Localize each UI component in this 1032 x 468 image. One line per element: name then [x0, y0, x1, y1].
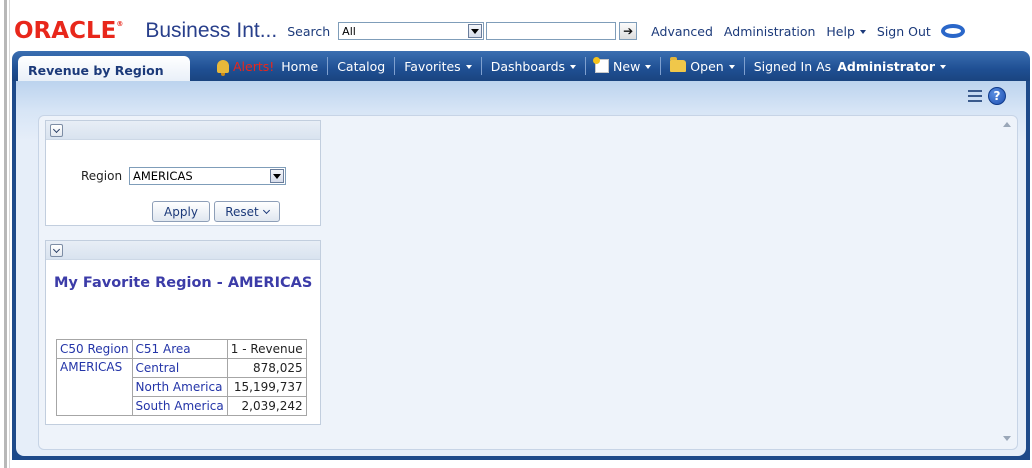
go-arrow-icon: ➔ — [623, 24, 634, 38]
area-cell[interactable]: North America — [131, 377, 228, 397]
logo-registered-mark: ® — [116, 20, 124, 28]
advanced-link[interactable]: Advanced — [651, 24, 713, 39]
revenue-cell: 15,199,737 — [226, 377, 307, 397]
nav-items: Alerts! Home Catalog Favorites Dashboard… — [217, 51, 947, 81]
help-icon[interactable]: ? — [988, 87, 1006, 105]
logo-text: ORACLE — [14, 18, 117, 44]
global-header: ORACLE® Business Int... Search All ➔ Adv… — [12, 12, 1032, 50]
user-menu[interactable]: Administrator — [837, 58, 947, 74]
dashboard-content: ? Region AMERICAS Apply Reset My Favorit… — [12, 81, 1030, 460]
prompt-section: Region AMERICAS Apply Reset — [45, 120, 321, 226]
reset-label: Reset — [225, 204, 259, 219]
chevron-down-icon — [728, 65, 735, 69]
revenue-cell: 878,025 — [226, 358, 307, 378]
column-header-revenue: 1 - Revenue — [226, 339, 307, 359]
signed-in-label: Signed In As — [753, 58, 832, 74]
chevron-down-icon — [859, 30, 866, 34]
dashboards-label: Dashboards — [490, 58, 566, 74]
tab-revenue-by-region[interactable]: Revenue by Region — [18, 56, 190, 82]
nav-divider — [585, 57, 587, 75]
apply-button[interactable]: Apply — [152, 201, 210, 222]
favorites-menu[interactable]: Favorites — [404, 58, 472, 74]
oracle-o-icon — [940, 24, 965, 38]
new-icon — [593, 57, 610, 73]
dashboard-page: ? Region AMERICAS Apply Reset My Favorit… — [16, 81, 1026, 456]
collapse-icon[interactable] — [50, 244, 63, 257]
nav-divider — [394, 57, 396, 75]
section-header — [46, 241, 320, 260]
region-prompt-label: Region — [81, 169, 123, 183]
collapse-icon[interactable] — [50, 124, 63, 137]
chevron-down-icon — [465, 65, 472, 69]
search-scope-select[interactable]: All — [338, 22, 485, 40]
alerts-link[interactable]: Alerts! — [233, 59, 274, 74]
page-options-icon[interactable] — [968, 90, 982, 102]
revenue-table: C50 Region C51 Area 1 - Revenue AMERICAS… — [56, 339, 307, 416]
report-section: My Favorite Region - AMERICAS C50 Region… — [45, 240, 321, 425]
home-link[interactable]: Home — [281, 59, 318, 74]
app-window: ORACLE® Business Int... Search All ➔ Adv… — [0, 0, 1032, 468]
chevron-down-icon — [262, 206, 270, 214]
alert-bell-icon[interactable] — [217, 59, 229, 76]
chevron-down-icon — [645, 65, 652, 69]
global-nav-bar: Revenue by Region Alerts! Home Catalog F… — [12, 51, 1030, 82]
column-header-region[interactable]: C50 Region — [56, 339, 133, 359]
open-menu[interactable]: Open — [690, 58, 735, 74]
apply-label: Apply — [164, 204, 198, 219]
nav-divider — [327, 57, 329, 75]
table-row: AMERICAS Central 878,025 — [56, 358, 307, 416]
help-menu[interactable]: Help — [826, 24, 866, 39]
window-edge-inner — [9, 0, 10, 468]
dashboard-canvas: Region AMERICAS Apply Reset My Favorite … — [38, 115, 1018, 450]
nav-divider — [660, 57, 662, 75]
search-input[interactable] — [486, 22, 617, 40]
area-cell[interactable]: South America — [131, 396, 228, 416]
help-menu-label: Help — [826, 23, 855, 39]
administration-link[interactable]: Administration — [724, 24, 815, 39]
scroll-down-arrow[interactable] — [1003, 436, 1011, 441]
section-header — [46, 121, 320, 140]
open-folder-icon — [670, 57, 687, 72]
new-label: New — [613, 58, 641, 74]
open-label: Open — [690, 58, 724, 74]
user-name: Administrator — [837, 58, 936, 74]
region-select[interactable]: AMERICAS — [129, 167, 286, 185]
dashboards-menu[interactable]: Dashboards — [490, 58, 577, 74]
favorites-label: Favorites — [404, 58, 461, 74]
dropdown-arrow-icon[interactable] — [468, 24, 483, 38]
revenue-cell: 2,039,242 — [226, 396, 307, 416]
area-cell[interactable]: Central — [131, 358, 228, 378]
search-scope-value: All — [342, 24, 356, 38]
table-header-row: C50 Region C51 Area 1 - Revenue — [56, 339, 307, 359]
new-menu[interactable]: New — [613, 58, 652, 74]
chevron-down-icon — [940, 65, 947, 69]
column-header-area[interactable]: C51 Area — [131, 339, 228, 359]
dropdown-arrow-icon[interactable] — [270, 169, 284, 183]
window-edge — [4, 0, 7, 468]
region-select-value: AMERICAS — [133, 169, 193, 183]
region-cell[interactable]: AMERICAS — [56, 358, 133, 416]
product-title: Business Int... — [145, 19, 278, 42]
search-go-button[interactable]: ➔ — [619, 22, 638, 40]
nav-divider — [743, 57, 745, 75]
page-toolbar: ? — [968, 87, 1006, 105]
report-title: My Favorite Region - AMERICAS — [54, 275, 313, 291]
chevron-down-icon — [570, 65, 577, 69]
reset-button[interactable]: Reset — [214, 201, 280, 222]
scroll-up-arrow[interactable] — [1003, 122, 1011, 127]
sign-out-link[interactable]: Sign Out — [877, 24, 931, 39]
search-label: Search — [287, 23, 331, 39]
catalog-link[interactable]: Catalog — [337, 59, 385, 74]
prompt-body: Region AMERICAS Apply Reset — [46, 140, 320, 224]
nav-divider — [480, 57, 482, 75]
oracle-logo: ORACLE® — [14, 18, 123, 44]
